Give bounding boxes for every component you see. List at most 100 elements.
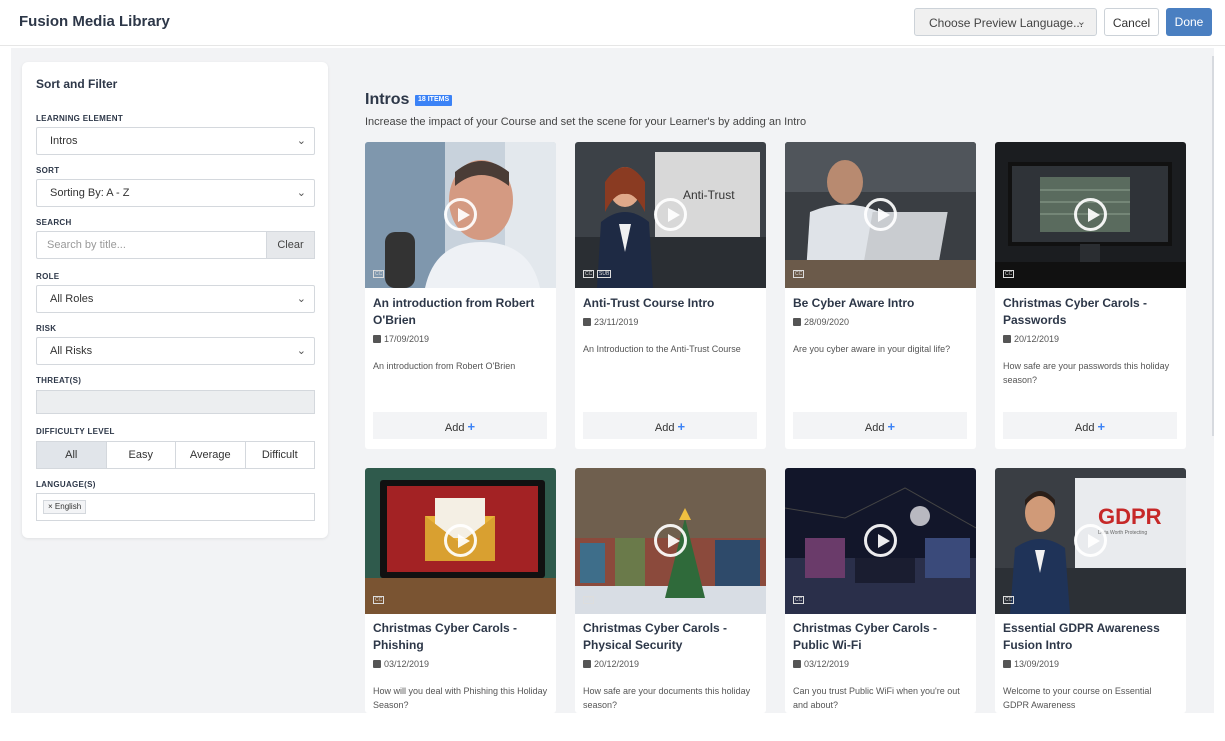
- play-icon[interactable]: [654, 198, 687, 231]
- play-icon[interactable]: [654, 524, 687, 557]
- languages-label: LANGUAGE(S): [36, 480, 96, 489]
- chevron-down-icon: ⌄: [296, 293, 306, 305]
- cc-icon: CC: [583, 596, 595, 604]
- clear-button[interactable]: Clear: [267, 231, 315, 259]
- card-date-text: 20/12/2019: [1014, 334, 1060, 344]
- add-label: Add: [1074, 422, 1095, 434]
- calendar-icon: [793, 318, 801, 326]
- calendar-icon: [583, 660, 591, 668]
- card-title: Christmas Cyber Carols - Phishing: [373, 621, 518, 652]
- preview-language-label: Choose Preview Language...: [929, 16, 1084, 30]
- calendar-icon: [793, 660, 801, 668]
- calendar-icon: [1003, 335, 1011, 343]
- card-title: Christmas Cyber Carols - Public Wi-Fi: [793, 621, 938, 652]
- item-count-badge: 18 ITEMS: [415, 95, 453, 106]
- add-button[interactable]: Add +: [373, 412, 547, 439]
- difficulty-average-button[interactable]: Average: [176, 442, 246, 468]
- preview-language-select[interactable]: Choose Preview Language... ⌄: [914, 8, 1097, 36]
- add-button[interactable]: Add +: [1003, 412, 1177, 439]
- card-title: Essential GDPR Awareness Fusion Intro: [1003, 621, 1160, 652]
- sort-filter-panel: Sort and Filter LEARNING ELEMENT Intros …: [22, 62, 328, 538]
- section-title: Intros: [365, 91, 410, 108]
- thumbnail-caption: GDPR: [1098, 504, 1162, 529]
- video-thumbnail[interactable]: CC: [785, 142, 976, 288]
- card-date: 20/12/2019: [583, 659, 639, 669]
- threats-label: THREAT(S): [36, 376, 82, 385]
- video-thumbnail[interactable]: Anti-Trust CC SUB: [575, 142, 766, 288]
- video-thumbnail[interactable]: CC: [365, 142, 556, 288]
- card-date-text: 03/12/2019: [804, 659, 850, 669]
- chevron-down-icon: ⌄: [1076, 16, 1086, 28]
- languages-input[interactable]: × English: [36, 493, 315, 521]
- add-label: Add: [864, 422, 885, 434]
- remove-tag-icon[interactable]: ×: [48, 502, 53, 511]
- search-input[interactable]: Search by title...: [36, 231, 267, 259]
- learning-element-select[interactable]: Intros ⌄: [36, 127, 315, 155]
- done-button[interactable]: Done: [1166, 8, 1212, 36]
- play-icon[interactable]: [444, 524, 477, 557]
- difficulty-easy-button[interactable]: Easy: [106, 442, 176, 468]
- video-thumbnail[interactable]: CC: [995, 142, 1186, 288]
- card-title: An introduction from Robert O'Brien: [373, 296, 535, 327]
- cc-icon: CC: [583, 270, 595, 278]
- media-card[interactable]: CC Christmas Cyber Carols - Phishing 03/…: [365, 468, 556, 713]
- scrollbar[interactable]: [1212, 56, 1214, 436]
- card-description: Are you cyber aware in your digital life…: [793, 344, 951, 354]
- difficulty-difficult-button[interactable]: Difficult: [245, 442, 314, 468]
- calendar-icon: [373, 660, 381, 668]
- video-thumbnail[interactable]: CC: [785, 468, 976, 614]
- media-card[interactable]: CC Be Cyber Aware Intro 28/09/2020 Are y…: [785, 142, 976, 449]
- play-icon[interactable]: [864, 524, 897, 557]
- threats-input[interactable]: [36, 390, 315, 414]
- card-title: Christmas Cyber Carols - Physical Securi…: [583, 621, 728, 652]
- sort-label: SORT: [36, 166, 60, 175]
- language-tag[interactable]: × English: [43, 500, 87, 514]
- media-card[interactable]: CC Christmas Cyber Carols - Public Wi-Fi…: [785, 468, 976, 713]
- video-thumbnail[interactable]: GDPR Data Worth Protecting CC: [995, 468, 1186, 614]
- page-footer-strip: [0, 713, 1225, 741]
- add-button[interactable]: Add +: [793, 412, 967, 439]
- chevron-down-icon: ⌄: [296, 135, 306, 147]
- sort-select[interactable]: Sorting By: A - Z ⌄: [36, 179, 315, 207]
- role-value: All Roles: [50, 293, 94, 305]
- card-date: 20/12/2019: [1003, 334, 1059, 344]
- card-description: How safe are your passwords this holiday…: [1003, 361, 1170, 385]
- cc-icon: CC: [793, 270, 805, 278]
- difficulty-toggle-group: All Easy Average Difficult: [36, 441, 315, 469]
- thumbnail-caption: Anti-Trust: [683, 188, 735, 202]
- plus-icon: +: [1097, 419, 1106, 434]
- panel-title: Sort and Filter: [36, 77, 118, 91]
- section-description: Increase the impact of your Course and s…: [365, 116, 807, 128]
- cancel-button[interactable]: Cancel: [1104, 8, 1159, 36]
- role-select[interactable]: All Roles ⌄: [36, 285, 315, 313]
- top-bar: Fusion Media Library Choose Preview Lang…: [0, 0, 1225, 46]
- risk-select[interactable]: All Risks ⌄: [36, 337, 315, 365]
- card-date: 03/12/2019: [793, 659, 849, 669]
- cc-icon: CC: [1003, 270, 1015, 278]
- video-thumbnail[interactable]: CC: [575, 468, 766, 614]
- calendar-icon: [373, 335, 381, 343]
- media-card[interactable]: GDPR Data Worth Protecting CC Essential …: [995, 468, 1186, 713]
- search-label: SEARCH: [36, 218, 72, 227]
- media-card[interactable]: CC An introduction from Robert O'Brien 1…: [365, 142, 556, 449]
- video-thumbnail[interactable]: CC: [365, 468, 556, 614]
- card-date-text: 13/09/2019: [1014, 659, 1060, 669]
- app-title: Fusion Media Library: [19, 13, 170, 30]
- learning-element-label: LEARNING ELEMENT: [36, 114, 124, 123]
- play-icon[interactable]: [864, 198, 897, 231]
- subtitles-icon: SUB: [597, 270, 612, 278]
- play-icon[interactable]: [444, 198, 477, 231]
- difficulty-label: DIFFICULTY LEVEL: [36, 427, 115, 436]
- media-card[interactable]: CC Christmas Cyber Carols - Physical Sec…: [575, 468, 766, 713]
- media-card[interactable]: Anti-Trust CC SUB Anti-Trust Course Intr…: [575, 142, 766, 449]
- play-icon[interactable]: [1074, 524, 1107, 557]
- risk-value: All Risks: [50, 345, 93, 357]
- difficulty-all-button[interactable]: All: [37, 442, 107, 468]
- chevron-down-icon: ⌄: [296, 187, 306, 199]
- media-card[interactable]: CC Christmas Cyber Carols - Passwords 20…: [995, 142, 1186, 449]
- play-icon[interactable]: [1074, 198, 1107, 231]
- card-date-text: 03/12/2019: [384, 659, 430, 669]
- add-button[interactable]: Add +: [583, 412, 757, 439]
- card-date-text: 20/12/2019: [594, 659, 640, 669]
- card-description: An Introduction to the Anti-Trust Course: [583, 344, 741, 354]
